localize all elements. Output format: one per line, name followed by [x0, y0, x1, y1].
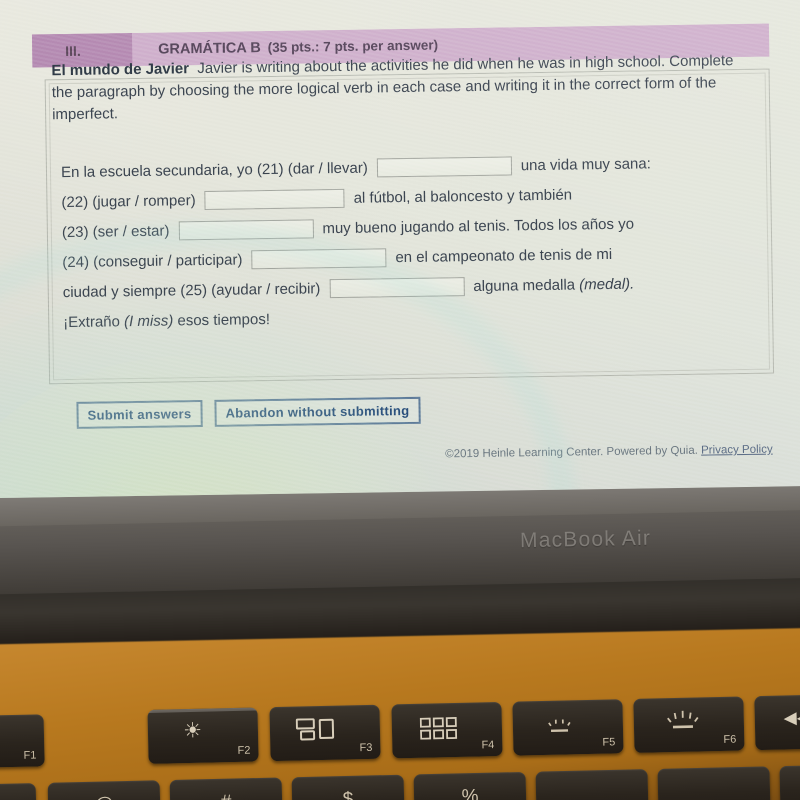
privacy-policy-link[interactable]: Privacy Policy	[701, 444, 773, 457]
key-asterisk[interactable]	[779, 763, 800, 800]
answer-input-23[interactable]	[178, 218, 314, 240]
hash-key-icon: #	[221, 792, 232, 800]
line-23-suffix: muy bueno jugando al tenis. Todos los añ…	[322, 215, 635, 237]
key-f2-shine	[147, 707, 258, 713]
answer-input-22[interactable]	[204, 188, 345, 210]
page-footer: ©2019 Heinle Learning Center. Powered by…	[445, 444, 773, 461]
percent-key-icon: %	[461, 785, 479, 800]
exercise-paragraph: En la escuela secundaria, yo (21) (dar /…	[61, 147, 774, 338]
line-21-suffix: una vida muy sana:	[520, 154, 651, 174]
copyright-text: ©2019 Heinle Learning Center. Powered by…	[445, 444, 698, 461]
key-f6[interactable]: F6	[633, 696, 745, 753]
submit-answers-button[interactable]: Submit answers	[76, 400, 203, 429]
abandon-without-submitting-button[interactable]: Abandon without submitting	[214, 396, 421, 427]
key-f2-label: F2	[237, 744, 251, 757]
key-percent[interactable]: %	[413, 771, 527, 800]
key-f4-label: F4	[481, 739, 495, 752]
line-24-suffix: en el campeonato de tenis de mi	[395, 245, 613, 266]
key-caret[interactable]	[535, 769, 649, 800]
key-f6-label: F6	[723, 733, 737, 746]
key-at[interactable]: @	[47, 780, 161, 800]
key-f5[interactable]: F5	[512, 699, 624, 756]
key-f2[interactable]: ☀ F2	[147, 707, 259, 764]
key-f4[interactable]: F4	[391, 701, 503, 759]
key-dollar[interactable]: $	[291, 774, 405, 800]
exercise-title: El mundo de Javier	[51, 60, 190, 80]
line-25-gloss: (medal).	[579, 275, 635, 293]
key-hash[interactable]: #	[169, 777, 283, 800]
rewind-icon: ◀◀	[783, 707, 800, 728]
form-actions: Submit answers Abandon without submittin…	[76, 396, 421, 429]
keyboard-backlight-up-icon	[664, 709, 705, 739]
key-f7[interactable]: ◀◀ F7	[754, 693, 800, 751]
line-24-prompt: (24) (conseguir / participar)	[62, 250, 243, 271]
line-22-prompt: (22) (jugar / romper)	[61, 191, 196, 211]
line-25-suffix: alguna medalla	[473, 275, 576, 295]
section-points-text: (35 pts.: 7 pts. per answer)	[267, 36, 439, 55]
closing-tail: esos tiempos!	[177, 310, 271, 329]
screenshot-root: MacBook Air III. GRAMÁTICA B (35 pts.: 7 …	[0, 0, 800, 800]
answer-input-21[interactable]	[376, 155, 512, 177]
exercise-instructions: El mundo de Javier Javier is writing abo…	[51, 50, 752, 127]
mission-control-icon	[295, 718, 337, 748]
web-page: III. GRAMÁTICA B (35 pts.: 7 pts. per ans…	[6, 0, 800, 498]
brightness-high-icon: ☀	[182, 718, 203, 743]
answer-input-24[interactable]	[251, 247, 387, 269]
key-f1-label: F1	[23, 749, 37, 762]
laptop-screen: III. GRAMÁTICA B (35 pts.: 7 pts. per ans…	[0, 0, 800, 499]
line-22-suffix: al fútbol, al baloncesto y también	[353, 186, 573, 207]
section-title-text: GRAMÁTICA B	[158, 39, 261, 58]
line-25-prompt: ciudad y siempre (25) (ayudar / recibir)	[62, 279, 321, 301]
key-f3-label: F3	[359, 741, 373, 755]
dollar-key-icon: $	[342, 788, 354, 800]
closing-gloss: (I miss)	[123, 311, 174, 330]
closing-text: ¡Extraño	[63, 312, 121, 331]
answer-input-25[interactable]	[329, 276, 465, 298]
keyboard-backlight-down-icon	[543, 716, 582, 742]
line-23-prompt: (23) (ser / estar)	[61, 221, 170, 241]
line-21-prompt: En la escuela secundaria, yo (21) (dar /…	[60, 159, 368, 181]
key-ampersand[interactable]	[657, 766, 771, 800]
launchpad-icon	[419, 717, 459, 745]
key-f5-label: F5	[602, 736, 616, 749]
key-tilde[interactable]	[0, 783, 37, 800]
at-key-icon: @	[94, 794, 114, 800]
macbook-air-brand-label: MacBook Air	[519, 526, 652, 553]
key-f1[interactable]: F1	[0, 714, 45, 768]
key-f3[interactable]: F3	[269, 704, 381, 762]
